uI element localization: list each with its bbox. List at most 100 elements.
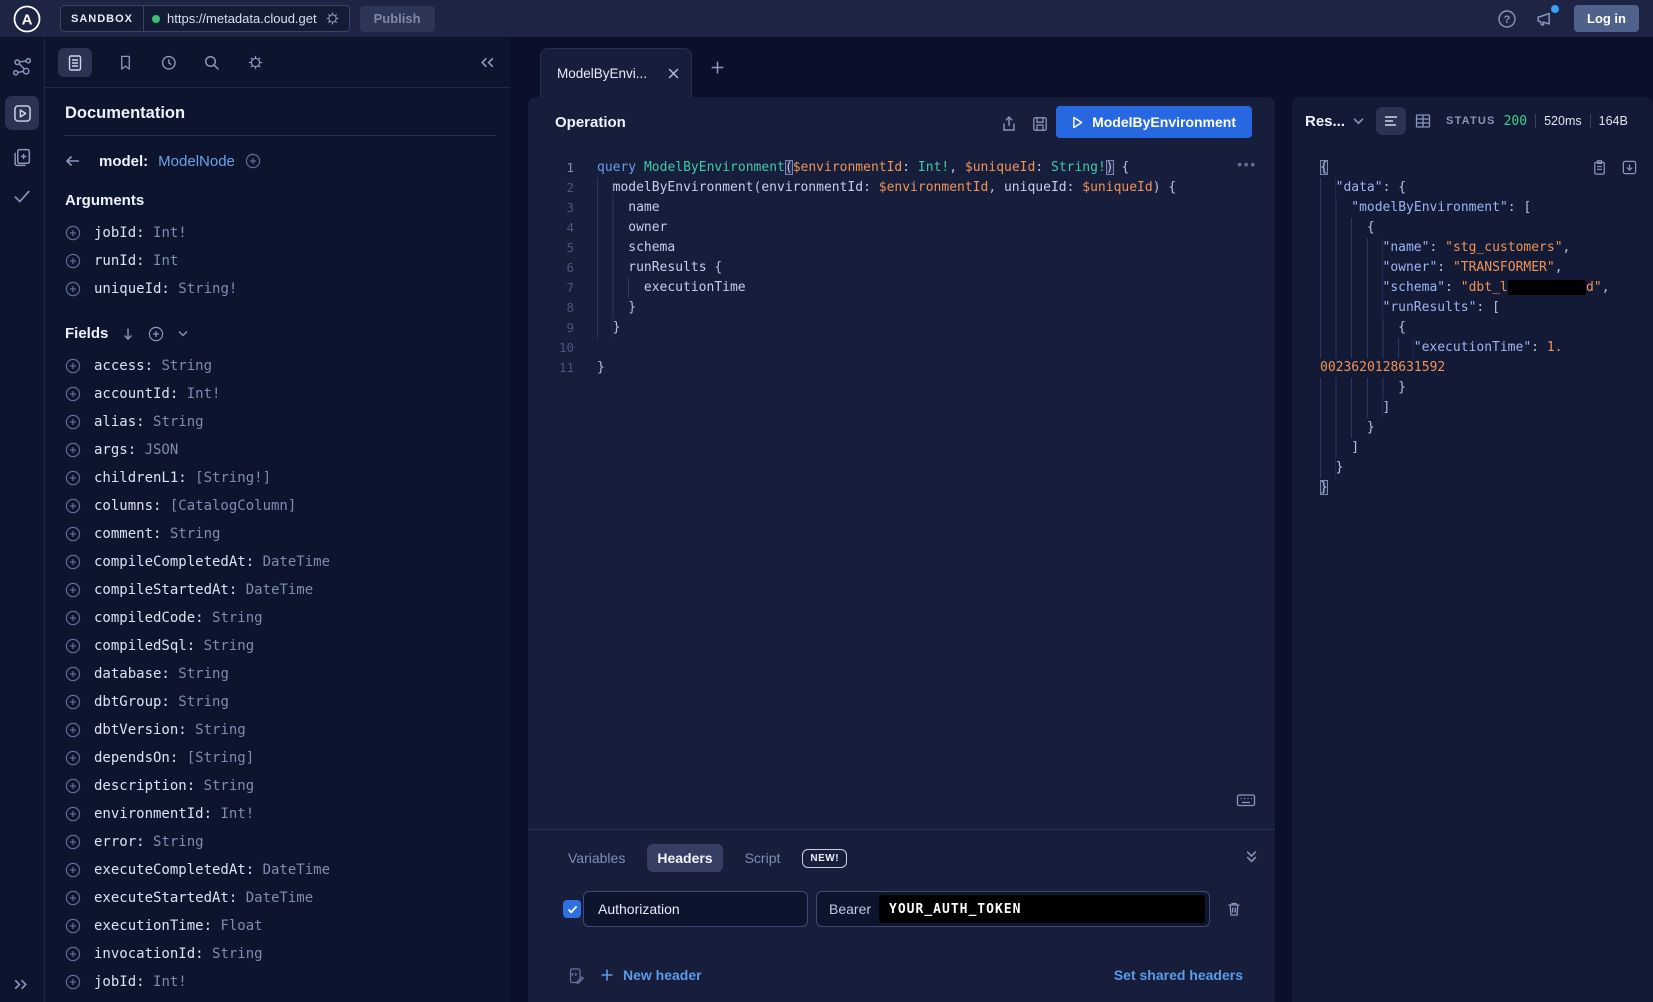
doc-field-row[interactable]: columns: [CatalogColumn] (65, 492, 495, 520)
delete-header-icon[interactable] (1225, 900, 1243, 918)
breadcrumb-type-link[interactable]: ModelNode (158, 153, 235, 170)
add-field-icon[interactable] (65, 890, 81, 906)
new-header-button[interactable]: New header (600, 967, 702, 983)
back-arrow-icon[interactable] (65, 154, 81, 168)
editor-options-dots[interactable]: ••• (1237, 157, 1257, 172)
query-editor[interactable]: 1query ModelByEnvironment($environmentId… (528, 149, 1275, 829)
endpoint-url-input[interactable]: https://metadata.cloud.get (144, 10, 349, 27)
doc-field-row[interactable]: compileCompletedAt: DateTime (65, 548, 495, 576)
settings-gear-icon[interactable] (246, 53, 265, 72)
history-icon[interactable] (159, 53, 178, 72)
doc-field-row[interactable]: invocationId: String (65, 940, 495, 968)
tab-variables[interactable]: Variables (558, 844, 635, 872)
doc-argument-row[interactable]: jobId: Int! (65, 219, 495, 247)
collapse-panel-icon[interactable] (1245, 849, 1258, 863)
doc-field-row[interactable]: environmentId: Int! (65, 800, 495, 828)
doc-argument-row[interactable]: runId: Int (65, 247, 495, 275)
collapse-docs-panel-icon[interactable] (479, 55, 496, 70)
doc-field-row[interactable]: childrenL1: [String!] (65, 464, 495, 492)
add-field-icon[interactable] (65, 253, 81, 269)
doc-field-row[interactable]: compiledCode: String (65, 604, 495, 632)
add-field-icon[interactable] (65, 554, 81, 570)
explorer-nav-icon[interactable] (5, 96, 39, 130)
edit-headers-document-icon[interactable] (567, 967, 585, 985)
add-field-icon[interactable] (65, 750, 81, 766)
doc-field-row[interactable]: alias: String (65, 408, 495, 436)
add-field-icon[interactable] (65, 666, 81, 682)
response-panel-title[interactable]: Res... (1305, 113, 1345, 130)
doc-field-row[interactable]: executeStartedAt: DateTime (65, 884, 495, 912)
saved-operations-bookmark-icon[interactable] (117, 54, 134, 71)
login-button[interactable]: Log in (1574, 5, 1639, 32)
add-field-icon[interactable] (65, 862, 81, 878)
add-field-icon[interactable] (65, 722, 81, 738)
doc-field-row[interactable]: args: JSON (65, 436, 495, 464)
download-response-icon[interactable] (1621, 159, 1638, 176)
copy-response-icon[interactable] (1591, 159, 1608, 176)
doc-field-row[interactable]: dbtGroup: String (65, 688, 495, 716)
add-field-icon[interactable] (65, 834, 81, 850)
doc-field-row[interactable]: database: String (65, 660, 495, 688)
add-field-icon[interactable] (65, 582, 81, 598)
response-format-table-icon[interactable] (1414, 112, 1432, 130)
add-field-icon[interactable] (65, 386, 81, 402)
add-field-icon[interactable] (65, 778, 81, 794)
close-tab-icon[interactable] (668, 68, 679, 79)
auth-token-value[interactable]: YOUR_AUTH_TOKEN (879, 895, 1205, 923)
response-dropdown-chevron-icon[interactable] (1353, 117, 1364, 125)
doc-field-row[interactable]: compileStartedAt: DateTime (65, 576, 495, 604)
add-field-icon[interactable] (65, 946, 81, 962)
operation-tab[interactable]: ModelByEnvi... (540, 48, 692, 97)
apollo-logo-icon[interactable]: A (12, 4, 42, 34)
set-shared-headers-link[interactable]: Set shared headers (1114, 967, 1243, 983)
header-name-input[interactable]: Authorization (583, 891, 808, 927)
add-field-icon[interactable] (65, 918, 81, 934)
doc-field-row[interactable]: executionTime: Float (65, 912, 495, 940)
fields-options-chevron-icon[interactable] (178, 330, 188, 337)
tab-script[interactable]: Script (735, 844, 791, 872)
doc-field-row[interactable]: compiledSql: String (65, 632, 495, 660)
add-field-icon[interactable] (65, 470, 81, 486)
doc-field-row[interactable]: comment: String (65, 520, 495, 548)
header-value-input[interactable]: Bearer YOUR_AUTH_TOKEN (816, 891, 1210, 927)
announcements-megaphone-icon[interactable] (1535, 8, 1556, 29)
doc-field-row[interactable]: executeCompletedAt: DateTime (65, 856, 495, 884)
add-field-icon[interactable] (65, 526, 81, 542)
keyboard-shortcuts-icon[interactable] (1236, 791, 1256, 809)
add-field-icon[interactable] (65, 638, 81, 654)
search-icon[interactable] (203, 54, 221, 72)
add-field-icon[interactable] (65, 442, 81, 458)
expand-rail-icon[interactable] (12, 977, 29, 992)
doc-field-row[interactable]: access: String (65, 352, 495, 380)
publish-button[interactable]: Publish (360, 6, 435, 32)
schema-graph-icon[interactable] (11, 56, 34, 79)
header-enabled-checkbox[interactable] (563, 900, 581, 918)
add-field-icon[interactable] (65, 694, 81, 710)
doc-field-row[interactable]: jobId: Int! (65, 968, 495, 996)
add-field-icon[interactable] (245, 153, 261, 169)
doc-field-row[interactable]: accountId: Int! (65, 380, 495, 408)
save-operation-icon[interactable] (1031, 115, 1049, 133)
add-field-icon[interactable] (65, 974, 81, 990)
add-all-fields-icon[interactable] (148, 326, 164, 342)
add-field-icon[interactable] (65, 281, 81, 297)
add-field-icon[interactable] (65, 610, 81, 626)
add-field-icon[interactable] (65, 414, 81, 430)
add-field-icon[interactable] (65, 358, 81, 374)
add-field-icon[interactable] (65, 225, 81, 241)
doc-field-row[interactable]: error: String (65, 828, 495, 856)
endpoint-settings-gear-icon[interactable] (324, 10, 341, 27)
new-tab-icon[interactable] (710, 60, 725, 75)
doc-field-row[interactable]: description: String (65, 772, 495, 800)
doc-argument-row[interactable]: uniqueId: String! (65, 275, 495, 303)
response-format-json-icon[interactable] (1376, 107, 1406, 135)
run-operation-button[interactable]: ModelByEnvironment (1056, 106, 1252, 138)
checks-icon[interactable] (11, 185, 33, 207)
doc-field-row[interactable]: dependsOn: [String] (65, 744, 495, 772)
share-operation-icon[interactable] (1000, 115, 1018, 133)
sort-fields-icon[interactable] (122, 327, 134, 341)
tab-headers[interactable]: Headers (647, 844, 722, 872)
add-field-icon[interactable] (65, 806, 81, 822)
help-icon[interactable]: ? (1497, 9, 1517, 29)
add-field-icon[interactable] (65, 498, 81, 514)
